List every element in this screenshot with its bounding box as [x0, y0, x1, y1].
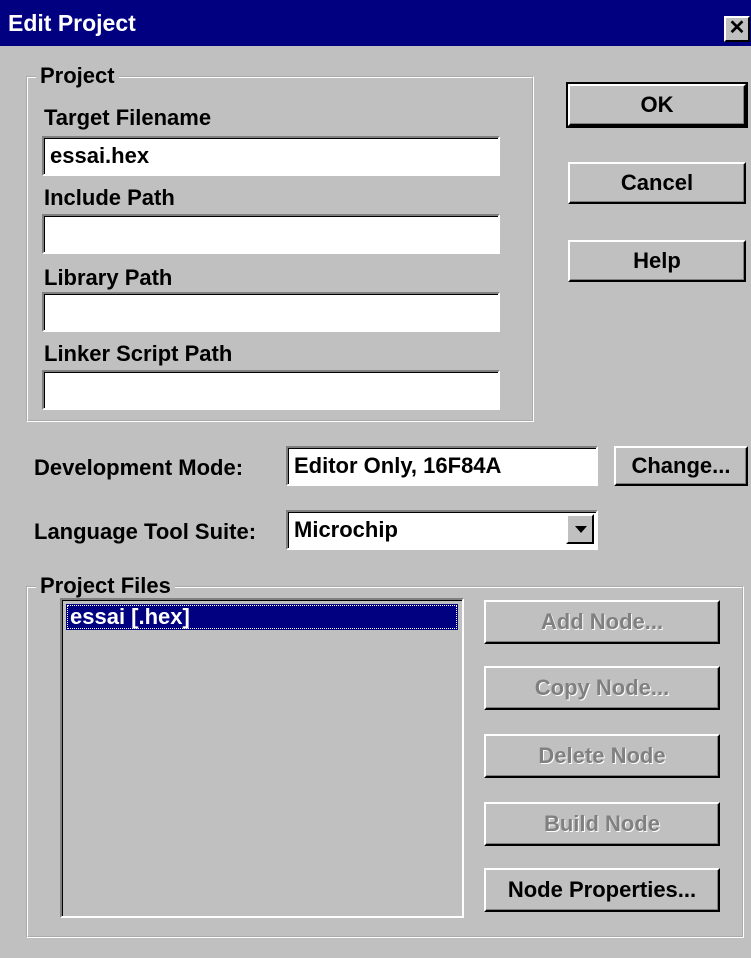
development-mode-label: Development Mode:: [34, 455, 244, 480]
library-path-field[interactable]: [42, 292, 500, 332]
language-tool-suite-label: Language Tool Suite:: [34, 519, 257, 544]
window-title: Edit Project: [8, 10, 136, 36]
node-properties-button-label: Node Properties...: [507, 877, 697, 902]
edit-project-dialog: Edit Project ✕ Project Target Filename e…: [0, 0, 751, 958]
target-filename-field[interactable]: essai.hex: [42, 136, 500, 176]
linker-script-path-label: Linker Script Path: [44, 341, 233, 366]
copy-node-button[interactable]: Copy Node...: [484, 666, 720, 710]
project-files-legend: Project Files: [36, 574, 175, 598]
title-bar: Edit Project ✕: [0, 0, 751, 46]
cancel-button-label: Cancel: [620, 170, 694, 195]
language-tool-suite-select[interactable]: Microchip: [286, 510, 598, 550]
library-path-label: Library Path: [44, 265, 173, 290]
development-mode-field: Editor Only, 16F84A: [286, 446, 598, 486]
ok-button[interactable]: OK: [566, 82, 748, 128]
help-button[interactable]: Help: [568, 240, 746, 282]
language-tool-suite-value: Microchip: [294, 517, 398, 542]
cancel-button[interactable]: Cancel: [568, 162, 746, 204]
help-button-label: Help: [633, 248, 681, 273]
add-node-button[interactable]: Add Node...: [484, 600, 720, 644]
target-filename-label: Target Filename: [44, 105, 212, 130]
include-path-field[interactable]: [42, 214, 500, 254]
build-node-button[interactable]: Build Node: [484, 802, 720, 846]
delete-node-button[interactable]: Delete Node: [484, 734, 720, 778]
project-group-legend: Project: [36, 64, 119, 88]
project-files-list[interactable]: essai [.hex]: [60, 598, 464, 918]
delete-node-button-label: Delete Node: [538, 743, 666, 768]
copy-node-button-label: Copy Node...: [534, 675, 670, 700]
change-button-label: Change...: [631, 453, 731, 478]
chevron-down-icon[interactable]: [566, 514, 594, 544]
close-icon[interactable]: ✕: [724, 16, 750, 42]
node-properties-button[interactable]: Node Properties...: [484, 868, 720, 912]
change-button[interactable]: Change...: [614, 446, 748, 486]
list-item[interactable]: essai [.hex]: [66, 604, 458, 630]
include-path-label: Include Path: [44, 185, 175, 210]
ok-button-label: OK: [640, 92, 674, 117]
linker-script-path-field[interactable]: [42, 370, 500, 410]
build-node-button-label: Build Node: [543, 811, 661, 836]
add-node-button-label: Add Node...: [540, 609, 664, 634]
